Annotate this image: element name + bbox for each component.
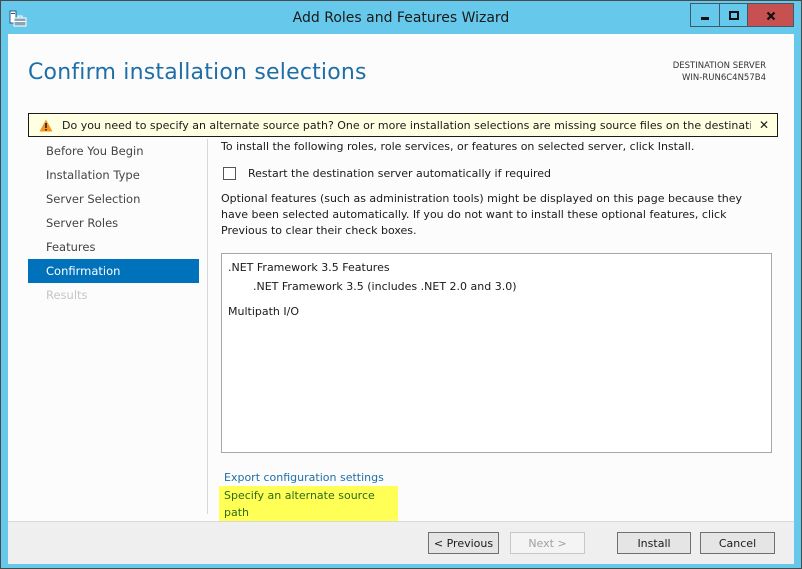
previous-button[interactable]: < Previous — [428, 532, 499, 554]
restart-checkbox[interactable] — [223, 167, 236, 180]
window-title: Add Roles and Features Wizard — [292, 10, 510, 26]
nav-item-features[interactable]: Features — [28, 235, 199, 259]
optional-features-note: Optional features (such as administratio… — [221, 192, 743, 237]
list-item: Multipath I/O — [228, 305, 300, 318]
nav-item-installation-type[interactable]: Installation Type — [28, 163, 199, 187]
next-button: Next > — [510, 532, 585, 554]
wizard-window: Add Roles and Features Wizard Confirm in… — [0, 0, 802, 569]
wizard-client-area: Confirm installation selections DESTINAT… — [8, 34, 794, 564]
minimize-button[interactable] — [691, 4, 719, 26]
destination-server-label: DESTINATION SERVER — [672, 61, 766, 71]
restart-option[interactable]: Restart the destination server automatic… — [221, 167, 551, 180]
dismiss-warning-icon[interactable]: ✕ — [751, 118, 777, 132]
warning-banner: Do you need to specify an alternate sour… — [28, 113, 778, 137]
intro-text: To install the following roles, role ser… — [221, 140, 695, 153]
list-item: .NET Framework 3.5 Features — [228, 261, 390, 274]
export-configuration-link[interactable]: Export configuration settings — [221, 469, 398, 486]
page-title: Confirm installation selections — [28, 60, 367, 85]
nav-item-results: Results — [46, 288, 88, 302]
restart-checkbox-label: Restart the destination server automatic… — [248, 167, 552, 180]
wizard-steps-nav: Before You Begin Installation Type Serve… — [28, 139, 199, 307]
action-links: Export configuration settings Specify an… — [219, 469, 398, 523]
close-button[interactable] — [747, 4, 793, 26]
selections-list[interactable]: .NET Framework 3.5 Features .NET Framewo… — [221, 253, 772, 453]
nav-item-server-selection[interactable]: Server Selection — [28, 187, 199, 211]
minimize-icon — [700, 6, 710, 25]
list-item: .NET Framework 3.5 (includes .NET 2.0 an… — [253, 280, 517, 293]
nav-item-confirmation[interactable]: Confirmation — [28, 259, 199, 283]
warning-text: Do you need to specify an alternate sour… — [62, 118, 751, 132]
destination-server-info: DESTINATION SERVER WIN-RUN6C4N57B4 — [673, 60, 766, 84]
wizard-footer: < Previous Next > Install Cancel — [8, 521, 794, 564]
warning-icon — [39, 119, 53, 132]
title-bar[interactable]: Add Roles and Features Wizard — [1, 1, 801, 34]
cancel-button[interactable]: Cancel — [700, 532, 775, 554]
nav-item-before-you-begin[interactable]: Before You Begin — [28, 139, 199, 163]
close-icon — [766, 6, 776, 25]
sidebar-divider — [207, 139, 208, 514]
window-controls — [690, 3, 794, 27]
maximize-icon — [728, 6, 739, 25]
install-button[interactable]: Install — [617, 532, 691, 554]
maximize-button[interactable] — [719, 4, 747, 26]
alternate-source-path-link[interactable]: Specify an alternate source path — [219, 486, 398, 523]
destination-server-name: WIN-RUN6C4N57B4 — [682, 73, 766, 83]
nav-item-server-roles[interactable]: Server Roles — [28, 211, 199, 235]
